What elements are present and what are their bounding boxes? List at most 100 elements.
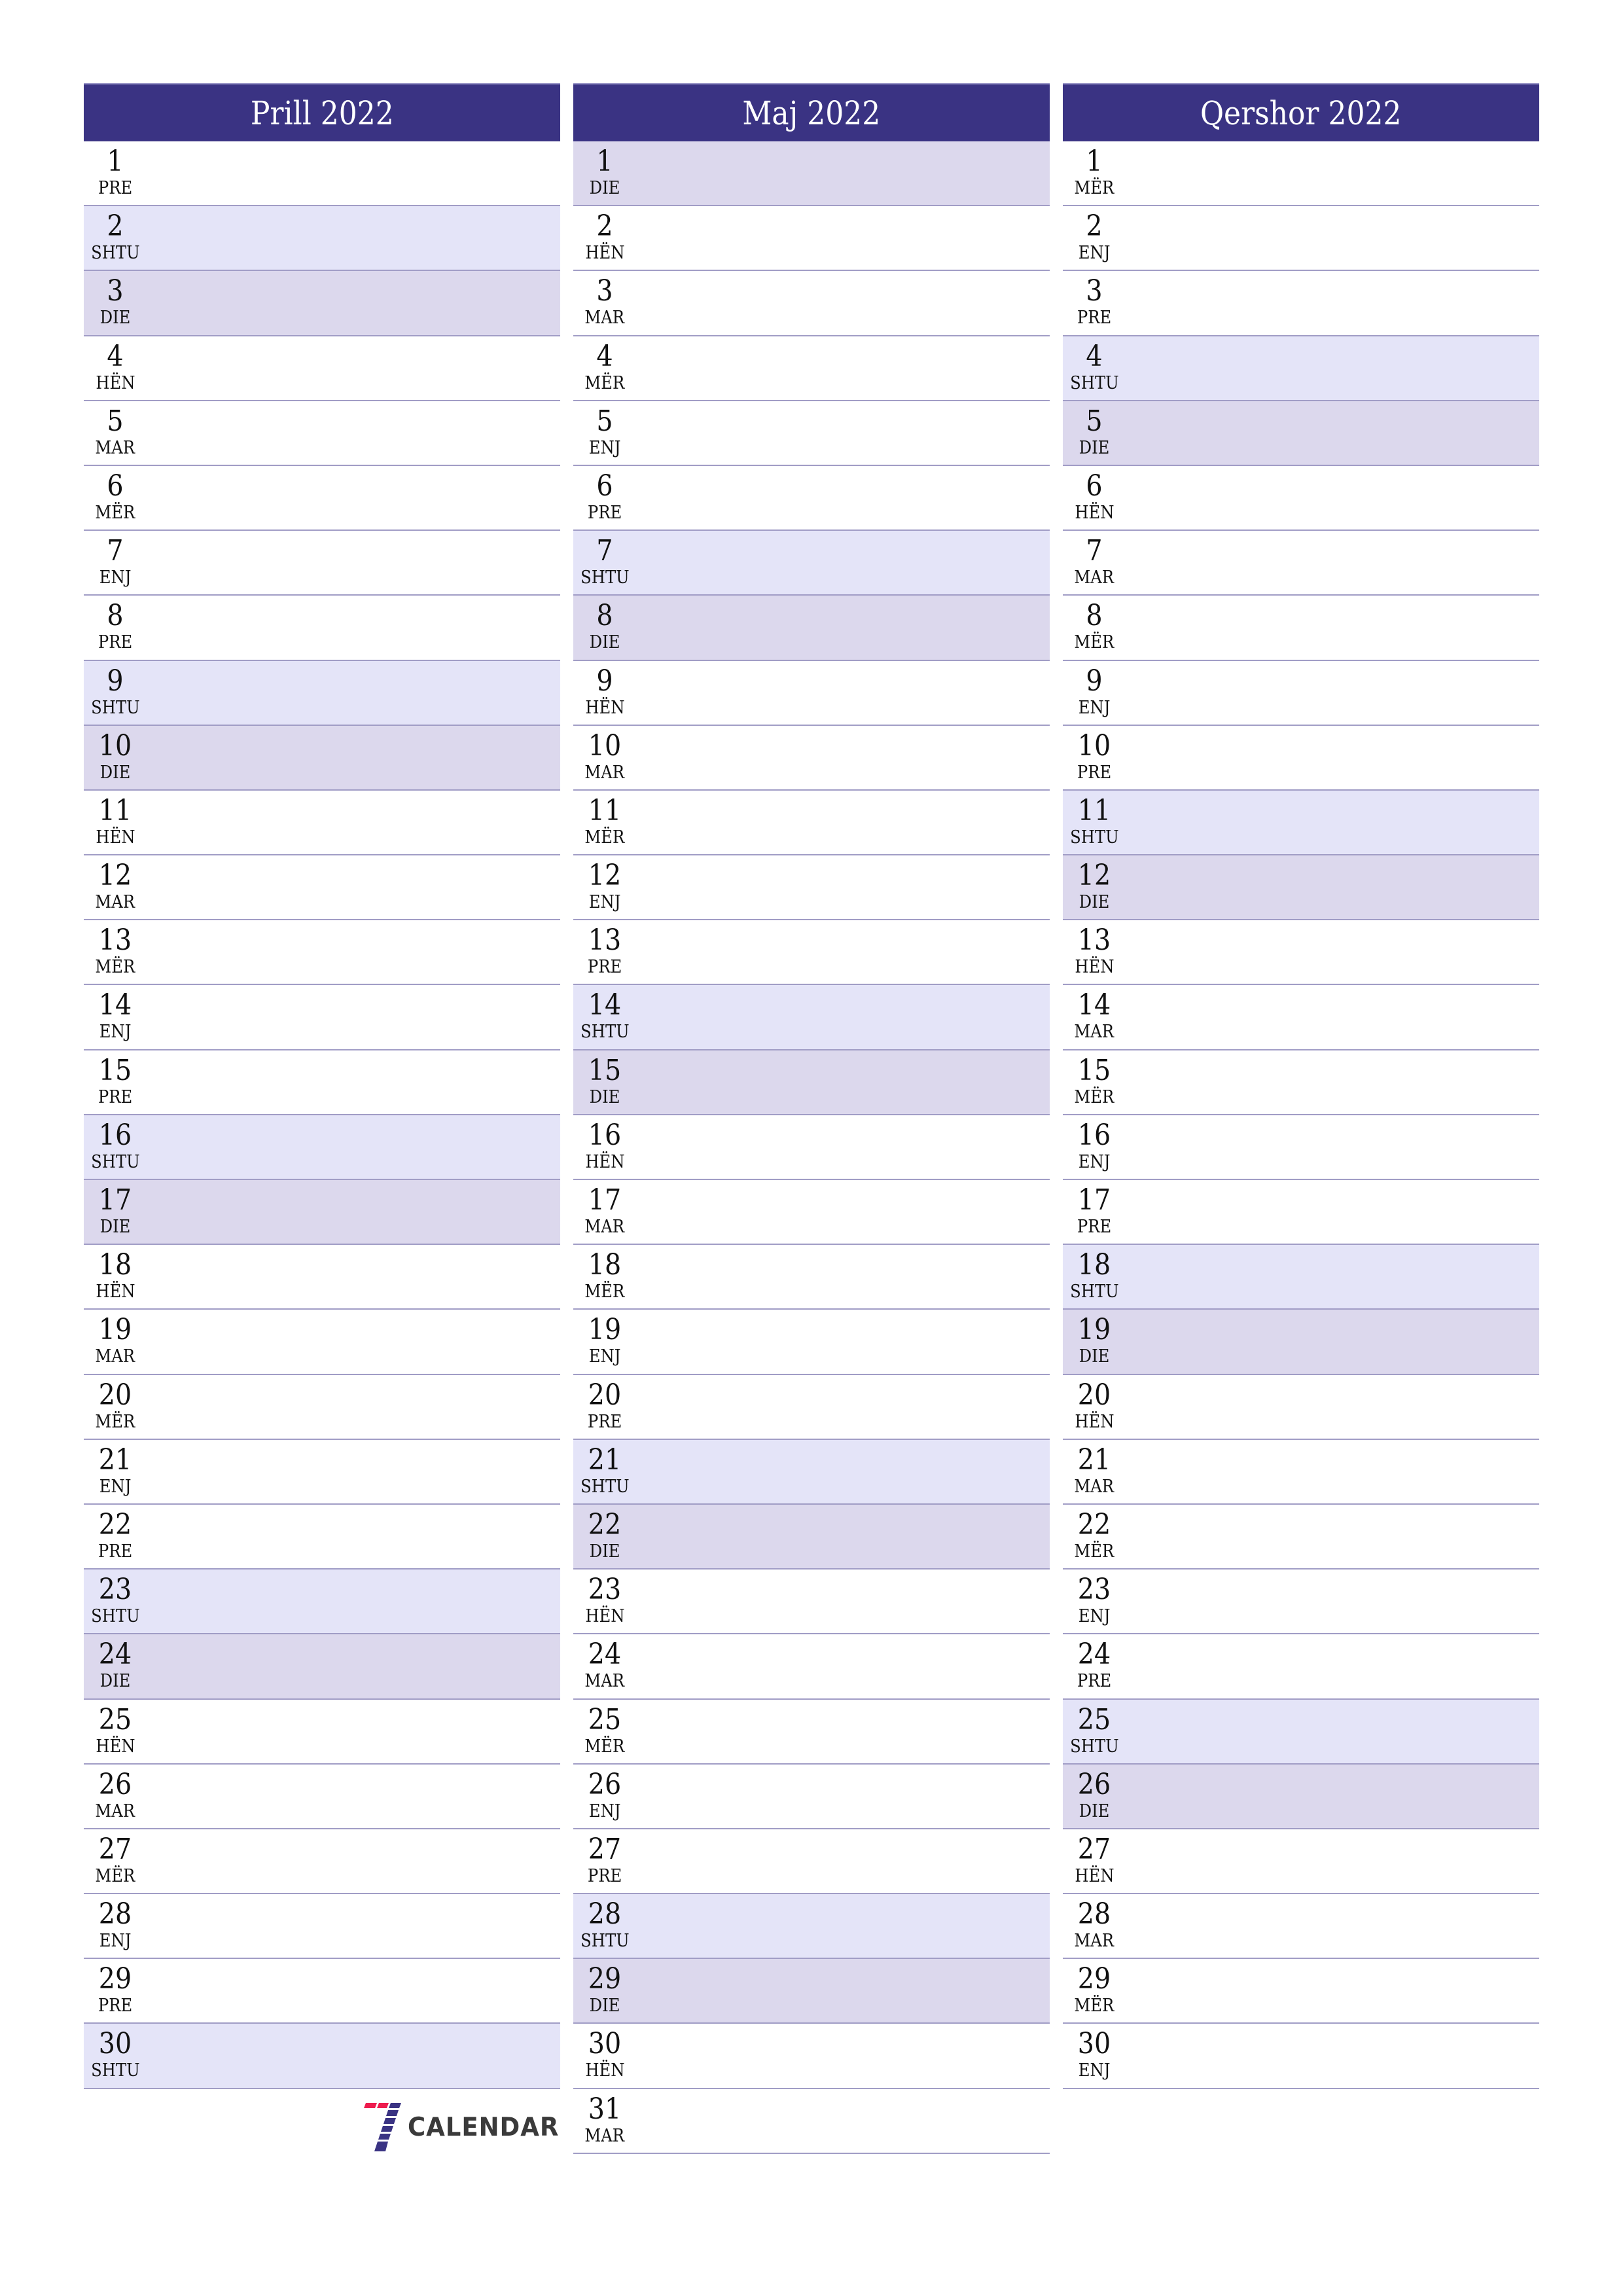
day-row: 7 MAR [1063, 531, 1539, 596]
day-number-text: 20 [588, 1378, 622, 1412]
day-number: 23 [1063, 1573, 1126, 1606]
weekday-text: MËR [584, 372, 625, 393]
weekday-label: HËN [1063, 1866, 1126, 1887]
day-row: 13 MËR [84, 920, 560, 986]
weekday-label: DIE [1063, 438, 1126, 459]
day-number: 5 [84, 404, 147, 438]
day-number: 19 [84, 1314, 147, 1346]
weekday-text: HËN [584, 1151, 625, 1172]
day-number-text: 12 [98, 859, 132, 893]
day-number-text: 2 [107, 209, 124, 243]
day-number: 7 [573, 535, 636, 567]
day-number: 11 [573, 794, 636, 827]
weekday-text: ENJ [588, 1801, 621, 1821]
logo-text: CALENDAR [408, 2112, 560, 2142]
day-number-text: 14 [1077, 988, 1111, 1022]
weekday-text: MËR [584, 827, 625, 848]
day-row: 28 SHTU [573, 1894, 1050, 1960]
weekday-label: MËR [1063, 1541, 1126, 1562]
day-row: 23 HËN [573, 1570, 1050, 1635]
weekday-label: ENJ [573, 1346, 636, 1367]
weekday-text: ENJ [1078, 2060, 1111, 2081]
day-row: 21 ENJ [84, 1439, 560, 1505]
day-number-text: 10 [588, 728, 622, 762]
day-number-text: 15 [98, 1053, 132, 1087]
weekday-text: PRE [1077, 762, 1112, 783]
day-number: 30 [1063, 2028, 1126, 2060]
day-number-text: 30 [1077, 2027, 1111, 2061]
month-title: Maj 2022 [742, 94, 881, 132]
day-number: 6 [573, 469, 636, 503]
day-number: 3 [573, 275, 636, 308]
weekday-text: ENJ [1078, 243, 1111, 264]
day-number: 26 [573, 1768, 636, 1801]
day-number: 18 [84, 1249, 147, 1282]
day-row: 29 PRE [84, 1959, 560, 2024]
day-number-text: 28 [588, 1897, 622, 1931]
day-row: 20 PRE [573, 1374, 1050, 1440]
weekday-text: MËR [95, 1865, 135, 1886]
day-row: 30 ENJ [1063, 2024, 1539, 2089]
day-row: 11 HËN [84, 790, 560, 856]
day-number: 17 [573, 1184, 636, 1217]
weekday-text: ENJ [588, 1346, 621, 1367]
day-number: 11 [1063, 794, 1126, 827]
day-row: 7 ENJ [84, 531, 560, 596]
weekday-text: MAR [584, 762, 625, 783]
weekday-text: ENJ [588, 892, 621, 913]
weekday-text: MËR [1074, 632, 1115, 653]
day-number-text: 27 [588, 1832, 622, 1866]
day-row: 29 MËR [1063, 1959, 1539, 2024]
day-number-text: 12 [1077, 859, 1111, 893]
weekday-label: ENJ [84, 1931, 147, 1952]
day-row: 1 PRE [84, 141, 560, 207]
day-number: 25 [573, 1702, 636, 1736]
day-row: 9 HËN [573, 660, 1050, 726]
weekday-text: DIE [99, 1671, 131, 1692]
day-row: 25 HËN [84, 1699, 560, 1765]
day-number-text: 2 [1086, 209, 1103, 243]
weekday-text: DIE [589, 178, 620, 198]
weekday-label: SHTU [573, 567, 636, 588]
day-number: 16 [84, 1119, 147, 1152]
day-number: 24 [573, 1638, 636, 1671]
day-number: 8 [1063, 600, 1126, 632]
day-number-text: 23 [98, 1573, 132, 1607]
weekday-label: HËN [1063, 957, 1126, 978]
day-number: 26 [1063, 1768, 1126, 1801]
day-number-text: 25 [588, 1702, 622, 1736]
weekday-label: ENJ [1063, 698, 1126, 719]
day-number: 7 [1063, 535, 1126, 567]
day-row: 26 ENJ [573, 1764, 1050, 1829]
weekday-text: HËN [95, 372, 135, 393]
weekday-text: MËR [584, 1282, 625, 1302]
weekday-label: MAR [1063, 1477, 1126, 1498]
day-row: 4 MËR [573, 336, 1050, 401]
weekday-text: ENJ [99, 1476, 132, 1497]
day-number: 6 [1063, 469, 1126, 503]
weekday-label: MËR [1063, 632, 1126, 653]
weekday-label: PRE [84, 1087, 147, 1108]
day-number-text: 5 [107, 404, 124, 438]
day-number: 25 [1063, 1703, 1126, 1736]
weekday-text: ENJ [99, 1022, 132, 1043]
weekday-label: SHTU [573, 1022, 636, 1043]
weekday-label: MËR [573, 1736, 636, 1757]
weekday-text: SHTU [90, 697, 140, 718]
day-row: 29 DIE [573, 1959, 1050, 2024]
day-number-text: 30 [588, 2027, 622, 2061]
day-number-text: 17 [98, 1183, 132, 1217]
day-number: 29 [84, 1963, 147, 1996]
weekday-label: MAR [84, 1801, 147, 1822]
weekday-text: SHTU [580, 1022, 630, 1043]
weekday-text: SHTU [90, 243, 140, 264]
weekday-text: MAR [584, 1671, 625, 1692]
weekday-text: ENJ [1078, 697, 1111, 718]
day-number-text: 22 [588, 1507, 622, 1541]
day-row: 26 DIE [1063, 1764, 1539, 1829]
day-row: 17 MAR [573, 1180, 1050, 1246]
day-row: 21 MAR [1063, 1439, 1539, 1505]
day-number: 14 [1063, 989, 1126, 1022]
weekday-label: HËN [84, 827, 147, 848]
weekday-label: ENJ [84, 1022, 147, 1043]
